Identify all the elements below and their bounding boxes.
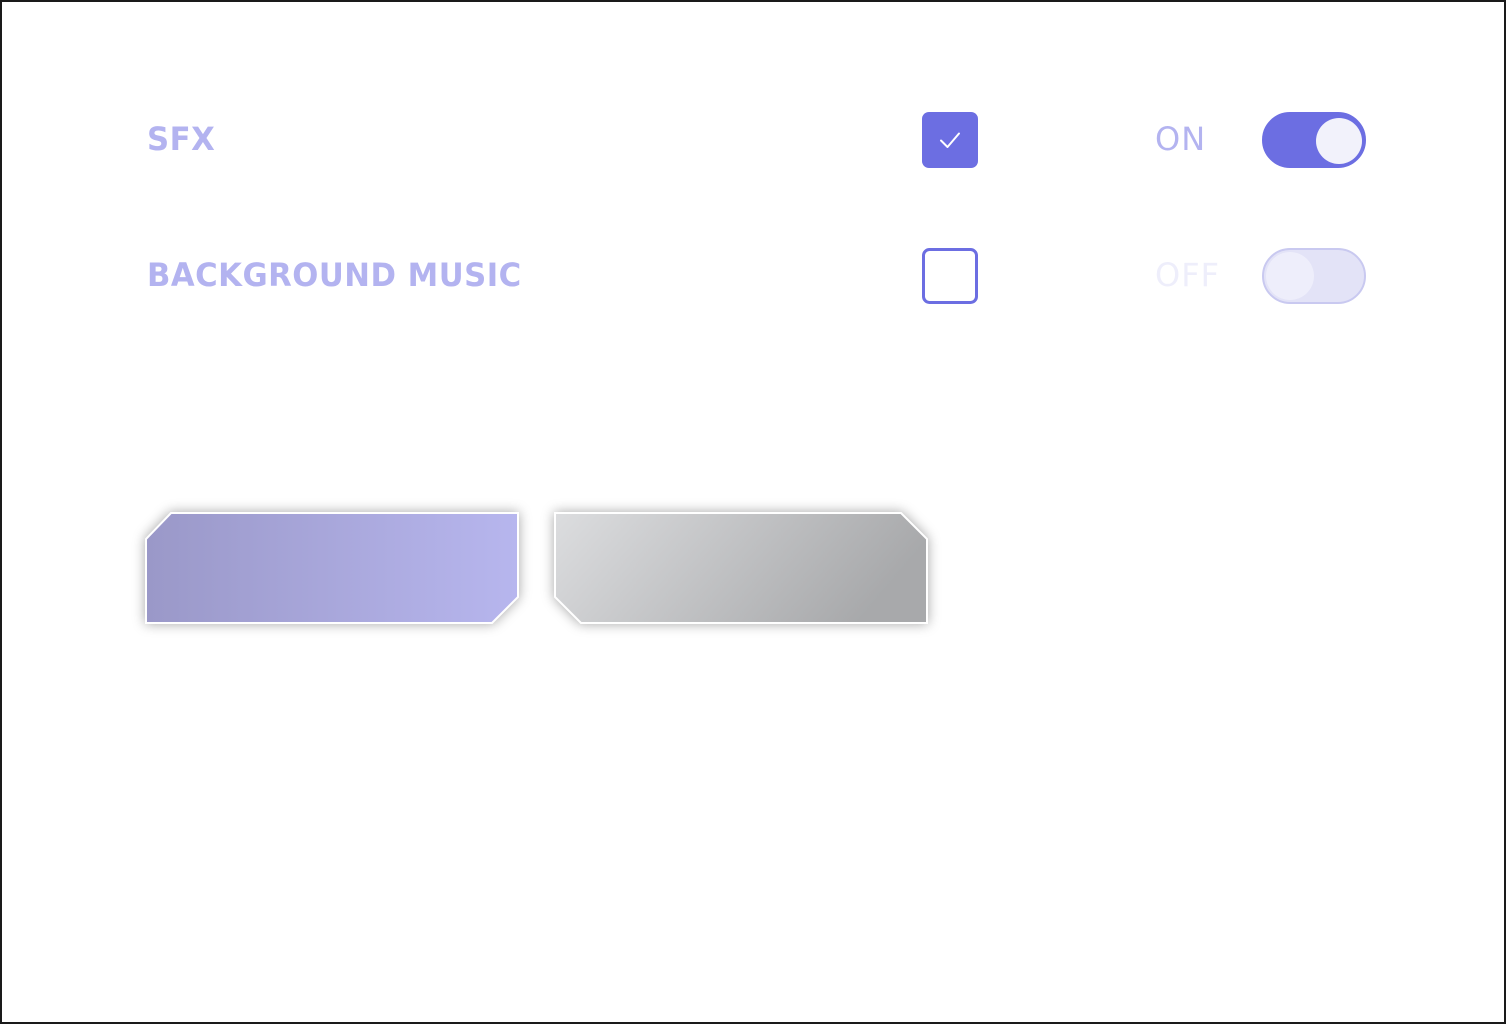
background-music-checkbox-box [922,248,978,304]
secondary-button-label [554,512,928,624]
background-music-state-label: OFF [1155,256,1220,294]
secondary-button[interactable] [554,512,928,624]
background-music-checkbox[interactable] [922,248,978,304]
sfx-state-label: ON [1155,120,1207,158]
sfx-checkbox[interactable] [922,112,978,168]
primary-button[interactable] [145,512,519,624]
sfx-checkbox-box [922,112,978,168]
sfx-toggle[interactable] [1262,112,1366,168]
background-music-toggle-knob [1266,252,1314,300]
settings-panel: SFX ON BACKGROUND MUSIC OFF [0,0,1506,1024]
background-music-label: BACKGROUND MUSIC [147,256,522,294]
sfx-toggle-knob [1316,118,1362,164]
primary-button-label [145,512,519,624]
sfx-label: SFX [147,120,216,158]
background-music-toggle[interactable] [1262,248,1366,304]
